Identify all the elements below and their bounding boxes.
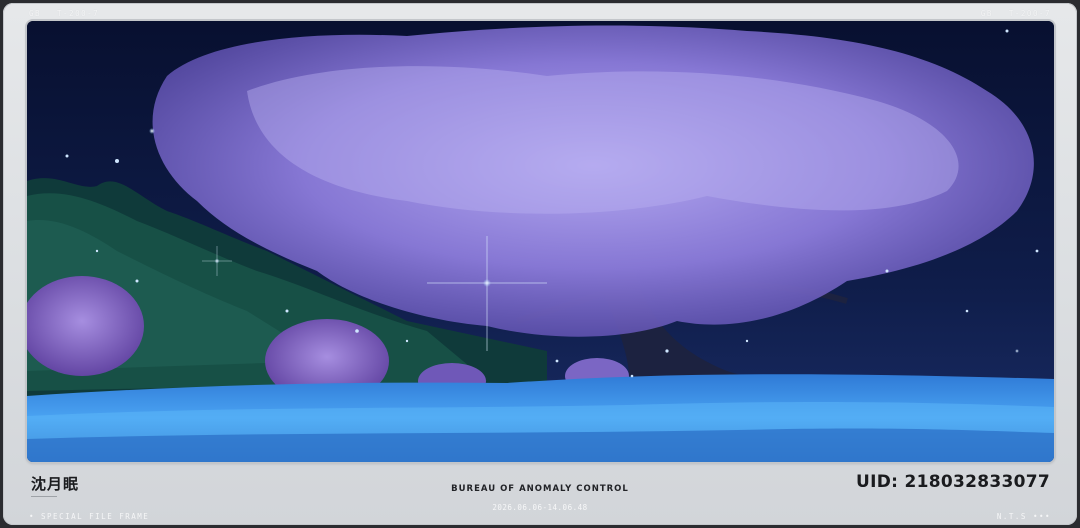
screenshot-photo: [27, 21, 1054, 462]
header-code-right-a: GB: [980, 9, 993, 18]
name-divider: [31, 496, 57, 497]
header-code-right-b: T-200-7: [1008, 9, 1051, 18]
header-code-right: GB T-200-7: [981, 9, 1051, 18]
header-code-left-b: T-200-7: [57, 9, 100, 18]
date-range: 2026.06.06-14.06.48: [492, 503, 588, 512]
footer-right-text: N.T.S •••: [996, 512, 1051, 521]
header-code-left: GB T-200-7: [29, 9, 99, 18]
photo-card-frame: GB T-200-7 GB T-200-7 沈月眠 BUREAU OF ANOM…: [3, 3, 1077, 525]
footer-left-text: • SPECIAL FILE FRAME: [29, 512, 150, 521]
uid-label: UID: 218032833077: [855, 472, 1050, 492]
header-code-left-a: GB: [29, 9, 42, 18]
night-blossom-scene: [27, 21, 1054, 462]
